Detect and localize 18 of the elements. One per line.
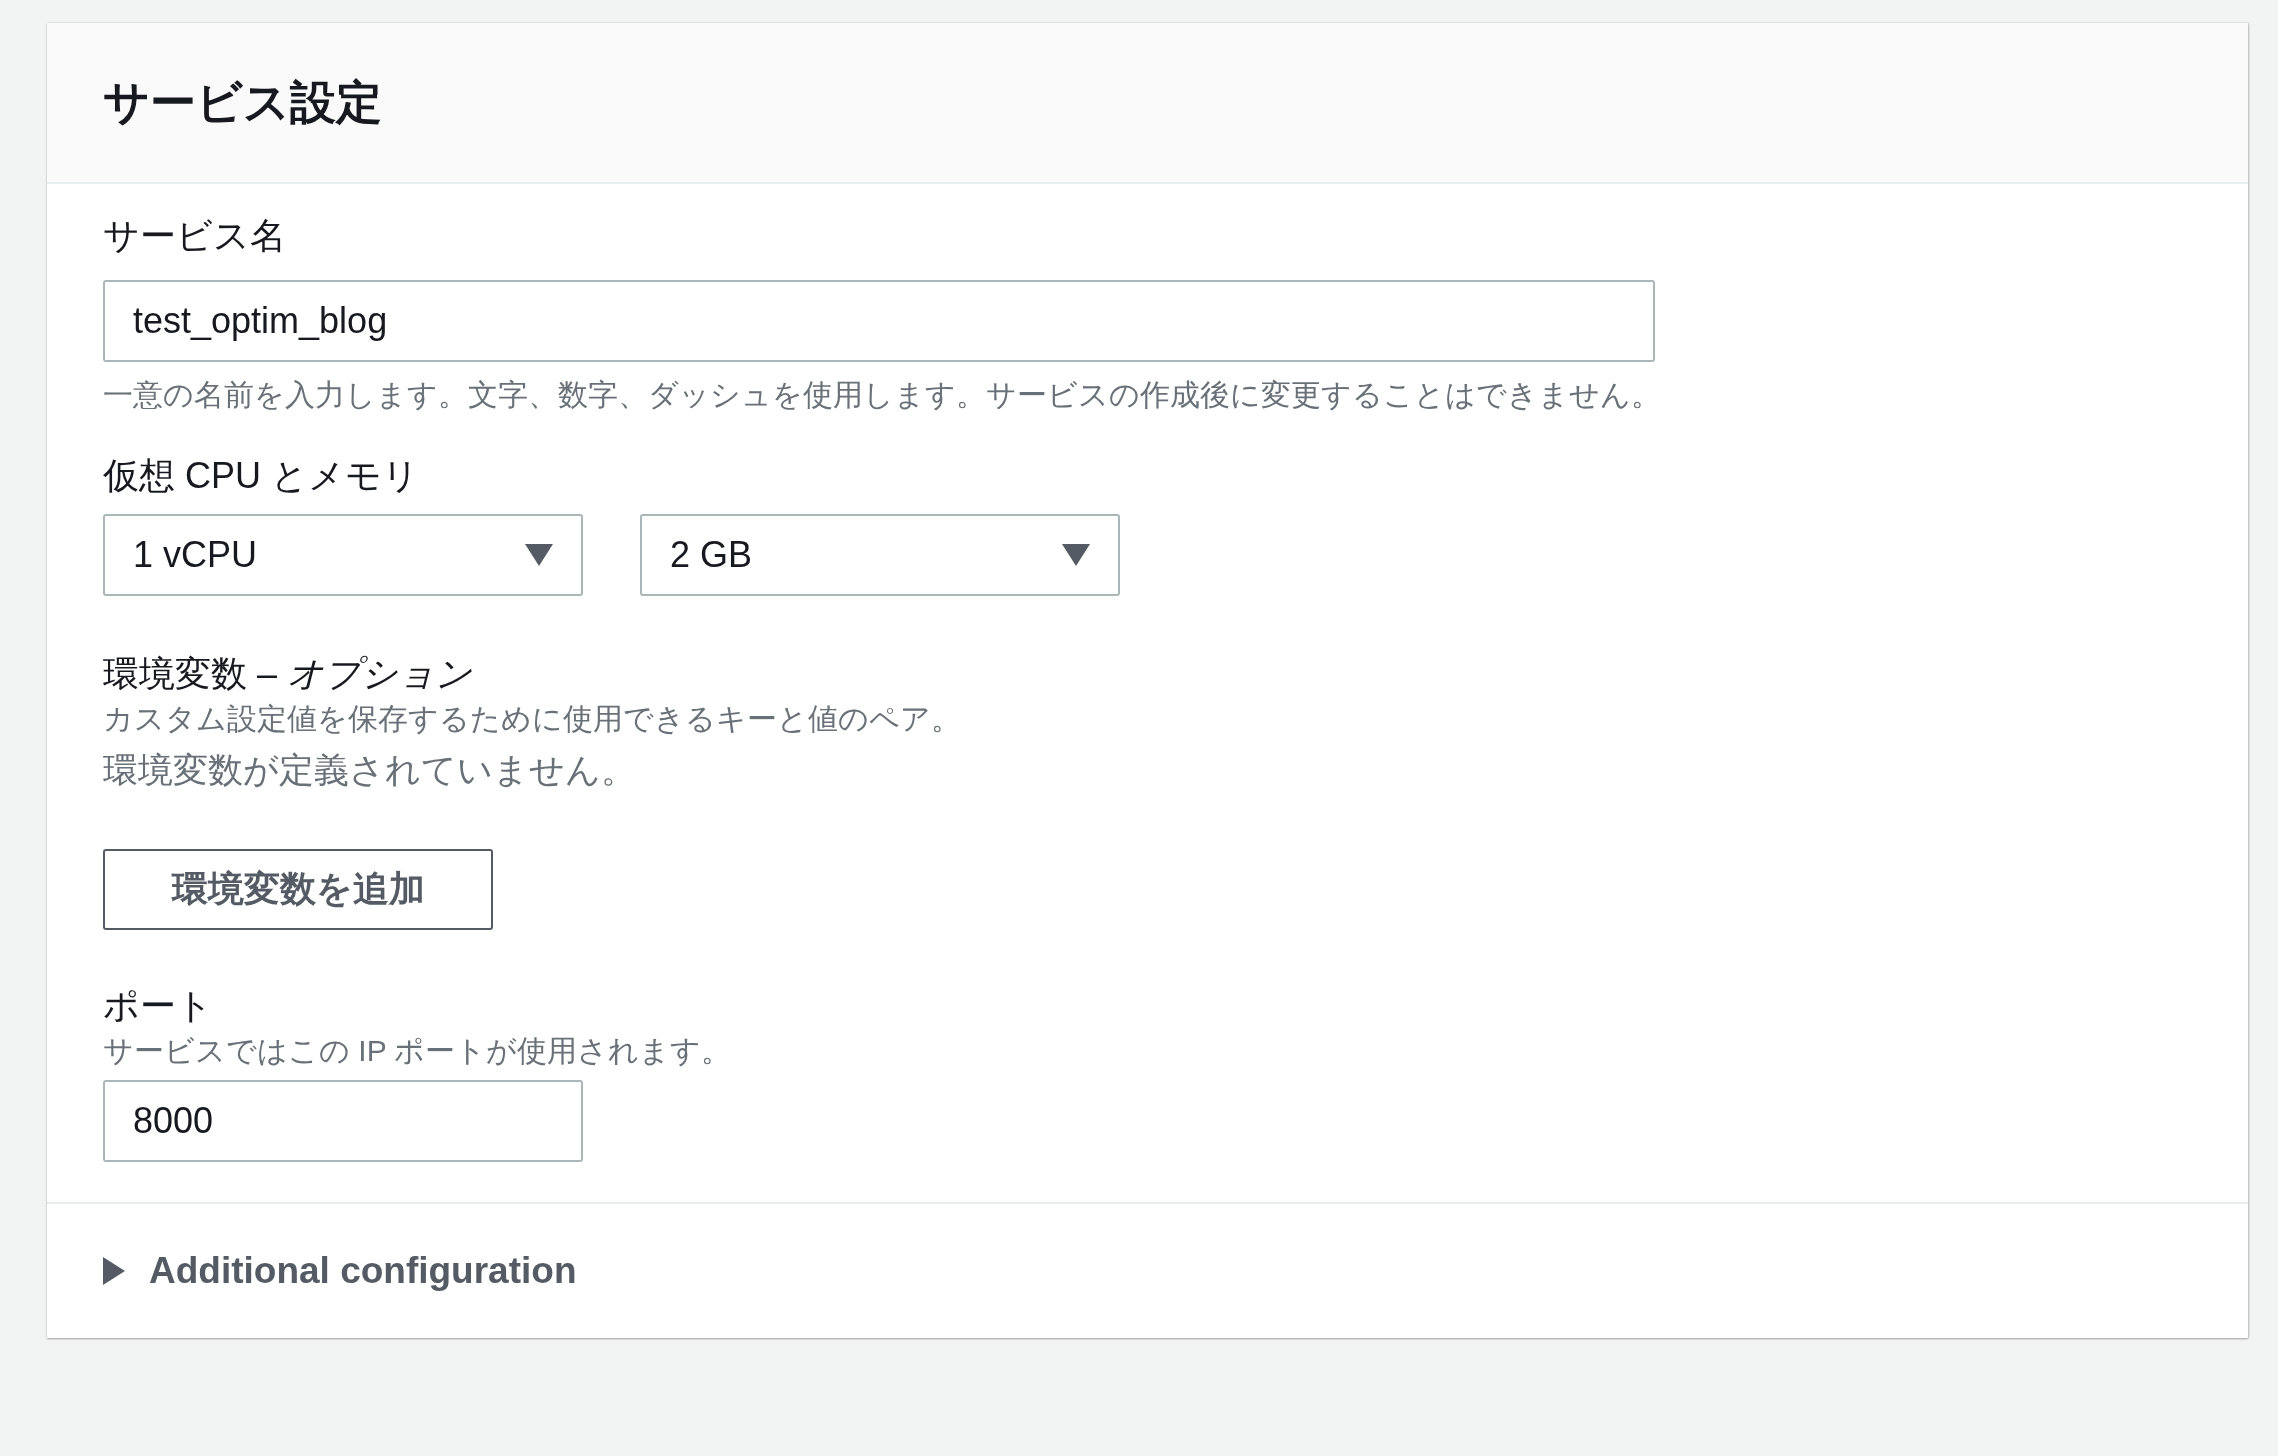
port-field[interactable]: 8000 <box>103 1080 583 1162</box>
caret-icon <box>1062 544 1090 566</box>
field-label: サービス名 <box>103 214 287 258</box>
field-hint: 一意の名前を入力します。文字、数字、ダッシュを使用します。サービスの作成後に変更することはできません。 <box>103 377 1662 413</box>
field-label: 環境変数 – オプション <box>103 652 474 696</box>
caret-right-icon <box>103 1257 125 1285</box>
expand-toggle[interactable]: Additional configuration <box>103 1250 577 1292</box>
add-variable-button[interactable]: 環境変数を追加 <box>103 849 493 930</box>
field-description: カスタム設定値を保存するために使用できるキーと値のペア。 <box>103 701 962 737</box>
field-label: 仮想 CPU とメモリ <box>103 454 420 498</box>
dropdown[interactable]: 1 vCPU <box>103 514 583 596</box>
panel-title: サービス設定 <box>103 74 382 130</box>
dropdown[interactable]: 2 GB <box>640 514 1120 596</box>
field-label: ポート <box>103 984 214 1028</box>
service-name-field[interactable]: test_optim_blog <box>103 280 1655 362</box>
field-description: サービスではこの IP ポートが使用されます。 <box>103 1033 733 1069</box>
caret-icon <box>525 544 553 566</box>
empty-message: 環境変数が定義されていません。 <box>103 749 637 791</box>
